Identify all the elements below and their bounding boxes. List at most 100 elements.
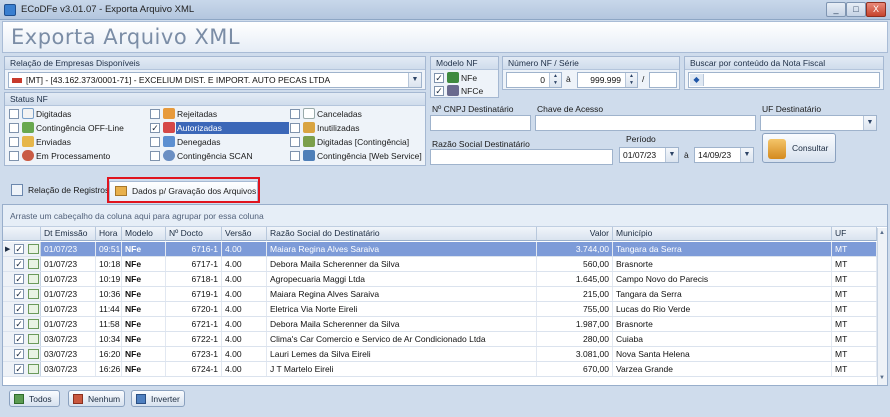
checkbox-nfe[interactable]: ✓ <box>434 73 444 83</box>
checkbox-enviadas[interactable] <box>9 137 19 147</box>
column-razao-social[interactable]: Razão Social do Destinatário <box>267 227 537 241</box>
table-row[interactable]: ✓ 01/07/23 11:58 NFe 6721-1 4.00 Debora Maila … <box>3 317 877 332</box>
row-checkbox[interactable]: ✓ <box>14 244 24 254</box>
status-inutilizadas[interactable]: Inutilizadas <box>317 123 360 133</box>
checkbox-canceladas[interactable] <box>290 109 300 119</box>
chave-input[interactable] <box>535 115 756 131</box>
cell-n-docto: 6722-1 <box>166 332 222 346</box>
row-indicator[interactable]: ✓ <box>3 362 41 376</box>
chevron-down-icon[interactable]: ▼ <box>665 148 678 162</box>
numero-sep: à <box>566 74 571 84</box>
consultar-button[interactable]: Consultar <box>762 133 836 163</box>
checkbox-contingencia-scan[interactable] <box>150 151 160 161</box>
search-icon[interactable]: ◆ <box>690 74 704 86</box>
column-municipio[interactable]: Município <box>613 227 832 241</box>
database-search-icon <box>768 139 786 159</box>
tab-relacao-registros[interactable]: Relação de Registros <box>8 181 109 201</box>
checkbox-rejeitadas[interactable] <box>150 109 160 119</box>
scroll-up-icon[interactable]: ▲ <box>879 230 885 236</box>
send-icon <box>22 136 34 147</box>
checkbox-contingencia-offline[interactable] <box>9 123 19 133</box>
vertical-scrollbar[interactable]: ▲ ▼ <box>877 228 887 385</box>
periodo-to-input[interactable]: 14/09/23 ▼ <box>694 147 754 163</box>
status-digitadas-contingencia[interactable]: Digitadas [Contingência] <box>317 137 409 147</box>
status-digitadas[interactable]: Digitadas <box>36 109 71 119</box>
status-contingencia-offline[interactable]: Contingência OFF-Line <box>36 123 124 133</box>
table-row[interactable]: ✓ 01/07/23 10:18 NFe 6717-1 4.00 Debora Maila … <box>3 257 877 272</box>
spin-icon[interactable]: ▲ ▼ <box>625 73 637 87</box>
numero-from-input[interactable]: 0 ▲ ▼ <box>506 72 562 88</box>
razao-input[interactable] <box>430 149 613 165</box>
row-indicator[interactable]: ✓ <box>3 272 41 286</box>
checkbox-digitadas[interactable] <box>9 109 19 119</box>
row-checkbox[interactable]: ✓ <box>14 364 24 374</box>
checkbox-contingencia-webservice[interactable] <box>290 151 300 161</box>
row-indicator[interactable]: ✓ <box>3 347 41 361</box>
row-checkbox[interactable]: ✓ <box>14 304 24 314</box>
chevron-down-icon[interactable]: ▼ <box>740 148 753 162</box>
checkbox-nfce[interactable]: ✓ <box>434 86 444 96</box>
row-indicator[interactable]: ✓ <box>3 257 41 271</box>
column-versao[interactable]: Versão <box>222 227 267 241</box>
status-enviadas[interactable]: Enviadas <box>36 137 71 147</box>
periodo-from-input[interactable]: 01/07/23 ▼ <box>619 147 679 163</box>
uf-select[interactable]: ▼ <box>760 115 877 131</box>
table-row[interactable]: ✓ 03/07/23 16:20 NFe 6723-1 4.00 Lauri Lemes d… <box>3 347 877 362</box>
spin-icon[interactable]: ▲ ▼ <box>549 73 561 87</box>
row-checkbox[interactable]: ✓ <box>14 334 24 344</box>
close-button[interactable]: X <box>866 2 886 17</box>
status-em-processamento[interactable]: Em Processamento <box>36 151 110 161</box>
status-contingencia-webservice[interactable]: Contingência [Web Service] <box>317 151 422 161</box>
row-indicator[interactable]: ✓ <box>3 302 41 316</box>
table-row[interactable]: ✓ 03/07/23 10:34 NFe 6722-1 4.00 Clima's Car C… <box>3 332 877 347</box>
row-indicator[interactable]: ✓ <box>3 332 41 346</box>
minimize-button[interactable]: _ <box>826 2 846 17</box>
status-contingencia-scan[interactable]: Contingência SCAN <box>177 151 253 161</box>
chevron-down-icon[interactable]: ▼ <box>408 73 421 87</box>
checkbox-autorizadas[interactable]: ✓ <box>150 123 160 133</box>
checkbox-inutilizadas[interactable] <box>290 123 300 133</box>
column-modelo[interactable]: Modelo <box>122 227 166 241</box>
row-checkbox[interactable]: ✓ <box>14 349 24 359</box>
column-dt-emissao[interactable]: Dt Emissão <box>41 227 96 241</box>
modelo-nfe[interactable]: NFe <box>461 73 477 83</box>
modelo-nfce[interactable]: NFCe <box>461 86 483 96</box>
checkbox-digitadas-contingencia[interactable] <box>290 137 300 147</box>
table-row[interactable]: ✓ 01/07/23 10:19 NFe 6718-1 4.00 Agropecuaria … <box>3 272 877 287</box>
empresa-select[interactable]: [MT] - [43.162.373/0001-71] - EXCELIUM D… <box>8 72 422 88</box>
status-rejeitadas[interactable]: Rejeitadas <box>177 109 217 119</box>
column-valor[interactable]: Valor <box>537 227 613 241</box>
buscar-input[interactable]: ◆ <box>688 72 880 88</box>
table-row[interactable]: ✓ 01/07/23 10:36 NFe 6719-1 4.00 Maiara Regina… <box>3 287 877 302</box>
nfe-document-icon <box>28 304 39 314</box>
checkbox-denegadas[interactable] <box>150 137 160 147</box>
row-checkbox[interactable]: ✓ <box>14 319 24 329</box>
column-uf[interactable]: UF <box>832 227 877 241</box>
table-row[interactable]: ✓ 01/07/23 11:44 NFe 6720-1 4.00 Eletrica Via … <box>3 302 877 317</box>
scroll-down-icon[interactable]: ▼ <box>879 375 885 381</box>
maximize-button[interactable]: □ <box>846 2 866 17</box>
row-checkbox[interactable]: ✓ <box>14 259 24 269</box>
todos-button[interactable]: Todos <box>9 390 60 407</box>
numero-to-input[interactable]: 999.999 ▲ ▼ <box>577 72 638 88</box>
cnpj-input[interactable] <box>430 115 531 131</box>
row-checkbox[interactable]: ✓ <box>14 289 24 299</box>
chevron-down-icon[interactable]: ▼ <box>863 116 876 130</box>
records-grid[interactable]: Arraste um cabeçalho da coluna aqui para… <box>2 204 888 386</box>
column-hora[interactable]: Hora <box>96 227 122 241</box>
table-row[interactable]: ▶ ✓ 01/07/23 09:51 NFe 6716-1 4.00 Maiara Regin… <box>3 242 877 257</box>
row-checkbox[interactable]: ✓ <box>14 274 24 284</box>
row-indicator[interactable]: ✓ <box>3 287 41 301</box>
column-n-docto[interactable]: Nº Docto <box>166 227 222 241</box>
checkbox-em-processamento[interactable] <box>9 151 19 161</box>
status-denegadas[interactable]: Denegadas <box>177 137 220 147</box>
row-indicator[interactable]: ▶ ✓ <box>3 242 41 256</box>
status-canceladas[interactable]: Canceladas <box>317 109 362 119</box>
cell-hora: 11:44 <box>96 302 122 316</box>
table-row[interactable]: ✓ 03/07/23 16:26 NFe 6724-1 4.00 J T Martelo E… <box>3 362 877 377</box>
status-autorizadas[interactable]: Autorizadas <box>176 122 289 134</box>
row-indicator[interactable]: ✓ <box>3 317 41 331</box>
nenhum-button[interactable]: Nenhum <box>68 390 125 407</box>
serie-input[interactable] <box>649 72 677 88</box>
inverter-button[interactable]: Inverter <box>131 390 185 407</box>
